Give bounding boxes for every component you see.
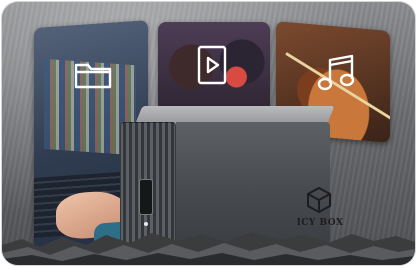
usb-port	[140, 180, 152, 214]
music-note-icon	[317, 54, 355, 91]
folder-icon	[74, 63, 112, 89]
cube-logo-icon	[307, 186, 331, 214]
rock-ground	[2, 232, 415, 265]
product-banner: ICY BOX	[2, 2, 415, 265]
play-icon	[197, 45, 227, 85]
